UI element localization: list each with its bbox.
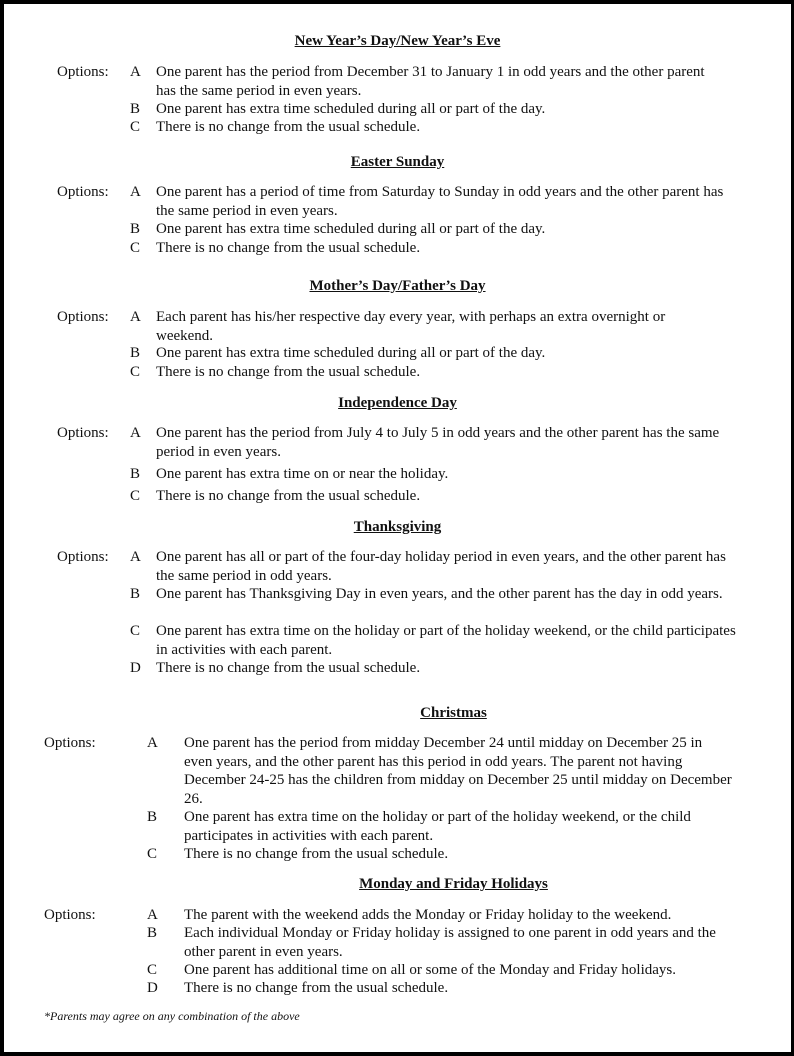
option-letter: C [147, 962, 158, 978]
option-text: One parent has extra time on or near the… [156, 466, 449, 482]
option-text: There is no change from the usual schedu… [156, 488, 421, 504]
section-heading: Easter Sunday [350, 154, 445, 170]
option-letter: B [130, 466, 141, 482]
options-label: Options: [57, 64, 109, 80]
option-text: One parent has extra time scheduled duri… [156, 101, 546, 117]
option-letter: A [130, 309, 141, 325]
option-text: The parent with the weekend adds the Mon… [184, 907, 672, 923]
option-letter: C [130, 119, 141, 135]
options-label: Options: [57, 549, 109, 565]
section-heading: New Year’s Day/New Year’s Eve [294, 33, 501, 49]
footnote: *Parents may agree on any combination of… [44, 1009, 300, 1023]
option-letter: C [130, 364, 141, 380]
option-text: One parent has extra time scheduled duri… [156, 345, 546, 361]
option-text: One parent has a period of time from Sat… [156, 184, 724, 219]
option-text: One parent has the period from December … [156, 64, 705, 99]
option-letter: C [147, 846, 158, 862]
options-label: Options: [57, 425, 109, 441]
option-text: One parent has Thanksgiving Day in even … [156, 586, 723, 602]
option-letter: B [147, 925, 158, 941]
option-text: One parent has extra time scheduled duri… [156, 221, 546, 237]
option-letter: B [130, 221, 141, 237]
option-letter: A [147, 907, 158, 923]
option-text: Each individual Monday or Friday holiday… [184, 925, 716, 960]
option-letter: D [147, 980, 158, 996]
option-letter: A [130, 549, 141, 565]
section-heading: Thanksgiving [353, 519, 442, 535]
option-text: There is no change from the usual schedu… [156, 240, 421, 256]
option-text: There is no change from the usual schedu… [156, 660, 421, 676]
section-heading: Monday and Friday Holidays [359, 876, 548, 892]
section-heading: Christmas [420, 705, 487, 721]
option-text: Each parent has his/her respective day e… [156, 309, 666, 344]
option-text: One parent has additional time on all or… [184, 962, 676, 978]
option-letter: C [130, 488, 141, 504]
option-letter: B [130, 101, 141, 117]
options-label: Options: [57, 309, 109, 325]
document-page: *Parents may agree on any combination of… [0, 0, 794, 1056]
option-text: There is no change from the usual schedu… [184, 980, 449, 996]
option-text: There is no change from the usual schedu… [156, 119, 421, 135]
option-text: One parent has the period from July 4 to… [156, 425, 720, 460]
option-letter: A [130, 64, 141, 80]
options-label: Options: [44, 907, 96, 923]
option-letter: C [130, 623, 141, 639]
option-text: One parent has extra time on the holiday… [184, 809, 691, 844]
option-letter: B [147, 809, 158, 825]
option-text: There is no change from the usual schedu… [184, 846, 449, 862]
option-text: One parent has extra time on the holiday… [156, 623, 736, 658]
option-letter: C [130, 240, 141, 256]
option-letter: B [130, 586, 141, 602]
option-text: One parent has all or part of the four-d… [156, 549, 726, 584]
option-letter: A [130, 425, 141, 441]
section-heading: Independence Day [338, 395, 457, 411]
options-label: Options: [57, 184, 109, 200]
option-text: There is no change from the usual schedu… [156, 364, 421, 380]
option-letter: D [130, 660, 141, 676]
options-label: Options: [44, 735, 96, 751]
option-letter: A [147, 735, 158, 751]
option-text: One parent has the period from midday De… [184, 735, 732, 807]
section-heading: Mother’s Day/Father’s Day [309, 278, 486, 294]
option-letter: B [130, 345, 141, 361]
option-letter: A [130, 184, 141, 200]
